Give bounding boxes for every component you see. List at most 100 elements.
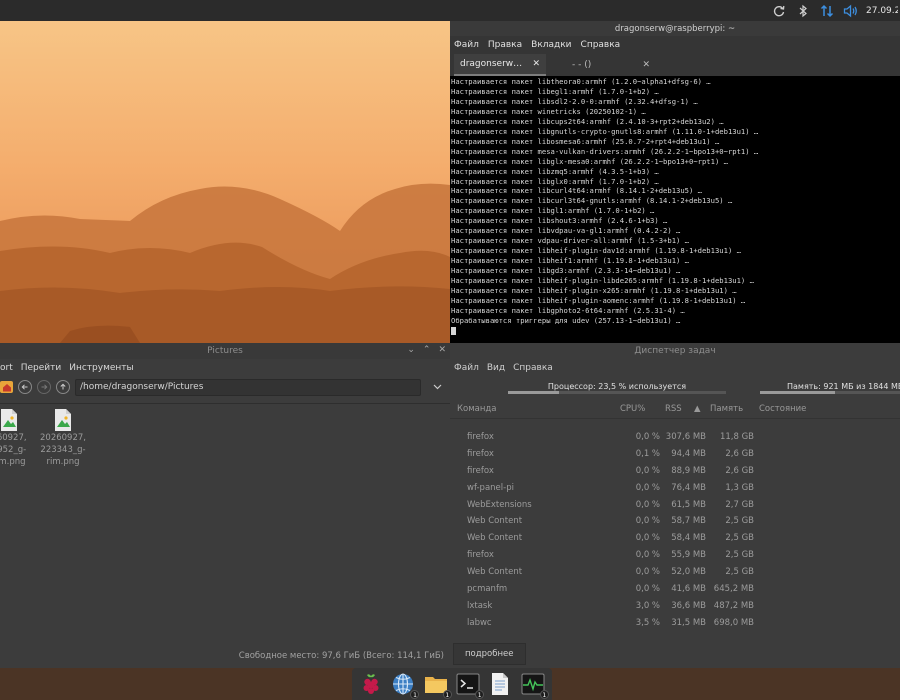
desktop: 27.09.2 dragonserw@raspberrypi: ~ Файл П…	[0, 0, 900, 700]
file-list[interactable]: 260927, 2952_g- rim.png 20260927, 223343…	[0, 403, 450, 648]
sync-icon[interactable]	[770, 2, 788, 20]
menu-go[interactable]: Перейти	[21, 363, 62, 373]
forward-icon[interactable]	[37, 380, 51, 394]
process-row[interactable]: firefox 0,0 % 307,6 MB 11,8 GB	[450, 429, 900, 446]
up-icon[interactable]	[56, 380, 70, 394]
process-row[interactable]: pcmanfm 0,0 % 41,6 MB 645,2 MB	[450, 581, 900, 598]
free-space-label: Свободное место: 97,6 ГиБ (Всего: 114,1 …	[238, 650, 444, 661]
menu-view[interactable]: Вид	[487, 363, 505, 373]
file-manager-menubar: ort Перейти Инструменты	[0, 359, 450, 376]
process-row[interactable]: Web Content 0,0 % 52,0 MB 2,5 GB	[450, 564, 900, 581]
dock: 1 1 1 1	[352, 668, 552, 700]
process-mem: 1,3 GB	[725, 482, 754, 493]
process-row[interactable]: lxtask 3,0 % 36,6 MB 487,2 MB	[450, 598, 900, 615]
close-tab-icon[interactable]: ✕	[532, 59, 540, 69]
column-state[interactable]: Состояние	[759, 404, 806, 414]
window-count-badge: 1	[410, 690, 420, 699]
process-row[interactable]: firefox 0,0 % 88,9 MB 2,6 GB	[450, 463, 900, 480]
process-mem: 2,5 GB	[725, 567, 754, 578]
menu-help[interactable]: Справка	[513, 363, 553, 373]
process-row[interactable]: firefox 0,1 % 94,4 MB 2,6 GB	[450, 446, 900, 463]
process-cmd: labwc	[467, 617, 492, 628]
window-title: Pictures	[207, 346, 243, 356]
process-rss: 31,5 MB	[671, 617, 706, 628]
terminal-button[interactable]: 1	[454, 670, 485, 699]
process-rss: 94,4 MB	[671, 448, 706, 459]
process-cmd: firefox	[467, 448, 494, 459]
process-mem: 11,8 GB	[719, 432, 754, 442]
process-table[interactable]: firefox 0,0 % 307,6 MB 11,8 GB firefox 0,1 % 9…	[450, 429, 900, 639]
path-input[interactable]: /home/dragonserw/Pictures	[75, 378, 421, 396]
cpu-usage-fill	[508, 391, 560, 394]
file-item[interactable]: 260927, 2952_g- rim.png	[0, 408, 36, 468]
process-row[interactable]: Web Content 0,0 % 58,4 MB 2,5 GB	[450, 530, 900, 547]
tab-label: - - ()	[572, 60, 592, 70]
process-row[interactable]: wf-panel-pi 0,0 % 76,4 MB 1,3 GB	[450, 480, 900, 497]
menu-edit[interactable]: Правка	[488, 40, 522, 50]
home-icon[interactable]	[0, 381, 13, 393]
terminal-line: Настраивается пакет libgd3:armhf (2.3.3-…	[451, 266, 681, 276]
memory-usage-bar: Память: 921 МБ из 1844 МБ и	[760, 381, 900, 394]
terminal-tab-active[interactable]: dragonserw… ✕	[454, 54, 546, 76]
process-cpu: 0,0 %	[635, 533, 660, 544]
terminal-tab-2[interactable]: - - () ✕	[566, 54, 656, 76]
process-cmd: wf-panel-pi	[467, 482, 514, 493]
text-editor-button[interactable]	[486, 670, 514, 698]
process-cpu: 0,0 %	[635, 432, 660, 442]
file-manager-window[interactable]: Pictures ⌄ ⌃ ✕ ort Перейти Инструменты /…	[0, 343, 450, 668]
close-tab-icon[interactable]: ✕	[642, 60, 650, 70]
process-row[interactable]: Web Content 0,0 % 58,7 MB 2,5 GB	[450, 513, 900, 530]
browser-button[interactable]: 1	[389, 670, 420, 699]
process-cmd: lxtask	[467, 600, 493, 611]
task-manager-window[interactable]: Диспетчер задач Файл Вид Справка Процесс…	[450, 343, 900, 668]
raspberry-menu-button[interactable]	[357, 670, 385, 698]
path-history-chevron-icon[interactable]	[430, 380, 444, 394]
terminal-line: Обрабатываются триггеры для udev (257.13…	[451, 315, 681, 325]
terminal-line: Настраивается пакет libzmq5:armhf (4.3.5…	[451, 166, 659, 176]
process-row[interactable]: WebExtensions 0,0 % 61,5 MB 2,7 GB	[450, 497, 900, 514]
terminal-line: Настраивается пакет vdpau-driver-all:arm…	[451, 236, 689, 246]
menu-file[interactable]: Файл	[454, 40, 479, 50]
menu-tabs[interactable]: Вкладки	[531, 40, 571, 50]
volume-icon[interactable]	[842, 2, 860, 20]
process-cpu: 0,0 %	[635, 465, 660, 476]
network-icon[interactable]	[818, 2, 836, 20]
menu-file[interactable]: Файл	[454, 363, 479, 373]
file-manager-button[interactable]: 1	[422, 670, 452, 699]
process-mem: 2,5 GB	[725, 550, 754, 561]
chevron-down-icon[interactable]: ⌄	[407, 345, 415, 355]
column-command[interactable]: Команда	[457, 404, 497, 414]
process-cpu: 0,1 %	[635, 448, 660, 459]
file-item[interactable]: 20260927, 223343_g- rim.png	[36, 408, 90, 468]
clock[interactable]: 27.09.2	[866, 6, 898, 16]
process-mem: 645,2 MB	[713, 584, 754, 595]
process-table-header: Команда CPU% RSS ▲ Память Состояние	[450, 401, 900, 419]
close-icon[interactable]: ✕	[438, 345, 446, 355]
terminal-window[interactable]: dragonserw@raspberrypi: ~ Файл Правка Вк…	[450, 21, 900, 343]
menu-help[interactable]: Справка	[581, 40, 621, 50]
task-manager-button[interactable]: 1	[519, 670, 549, 699]
terminal-line: Настраивается пакет libglx0:armhf (1.7.0…	[451, 176, 659, 186]
process-mem: 487,2 MB	[713, 600, 754, 611]
process-cmd: pcmanfm	[467, 584, 508, 595]
process-cpu: 0,0 %	[635, 550, 660, 561]
image-file-icon	[54, 408, 72, 432]
process-row[interactable]: labwc 3,5 % 31,5 MB 698,0 MB	[450, 615, 900, 632]
maximize-icon[interactable]: ⌃	[423, 345, 431, 355]
process-row[interactable]: firefox 0,0 % 55,9 MB 2,5 GB	[450, 547, 900, 564]
back-icon[interactable]	[18, 380, 32, 394]
terminal-line: Настраивается пакет mesa-vulkan-drivers:…	[451, 146, 759, 156]
details-button[interactable]: подробнее	[453, 643, 526, 665]
terminal-output[interactable]: Настраивается пакет libtheora0:armhf (1.…	[450, 76, 900, 340]
column-rss[interactable]: RSS	[665, 404, 682, 414]
column-memory[interactable]: Память	[710, 404, 743, 414]
image-file-icon	[0, 408, 18, 432]
menu-tools[interactable]: Инструменты	[69, 363, 133, 373]
column-cpu[interactable]: CPU%	[620, 404, 645, 414]
terminal-line: Настраивается пакет winetricks (20250102…	[451, 106, 646, 116]
menu-sort[interactable]: ort	[0, 363, 13, 373]
terminal-tabbar: dragonserw… ✕ - - () ✕	[450, 54, 900, 76]
bluetooth-icon[interactable]	[794, 2, 812, 20]
process-cpu: 0,0 %	[635, 499, 660, 510]
terminal-line: Настраивается пакет libheif-plugin-x265:…	[451, 286, 737, 296]
